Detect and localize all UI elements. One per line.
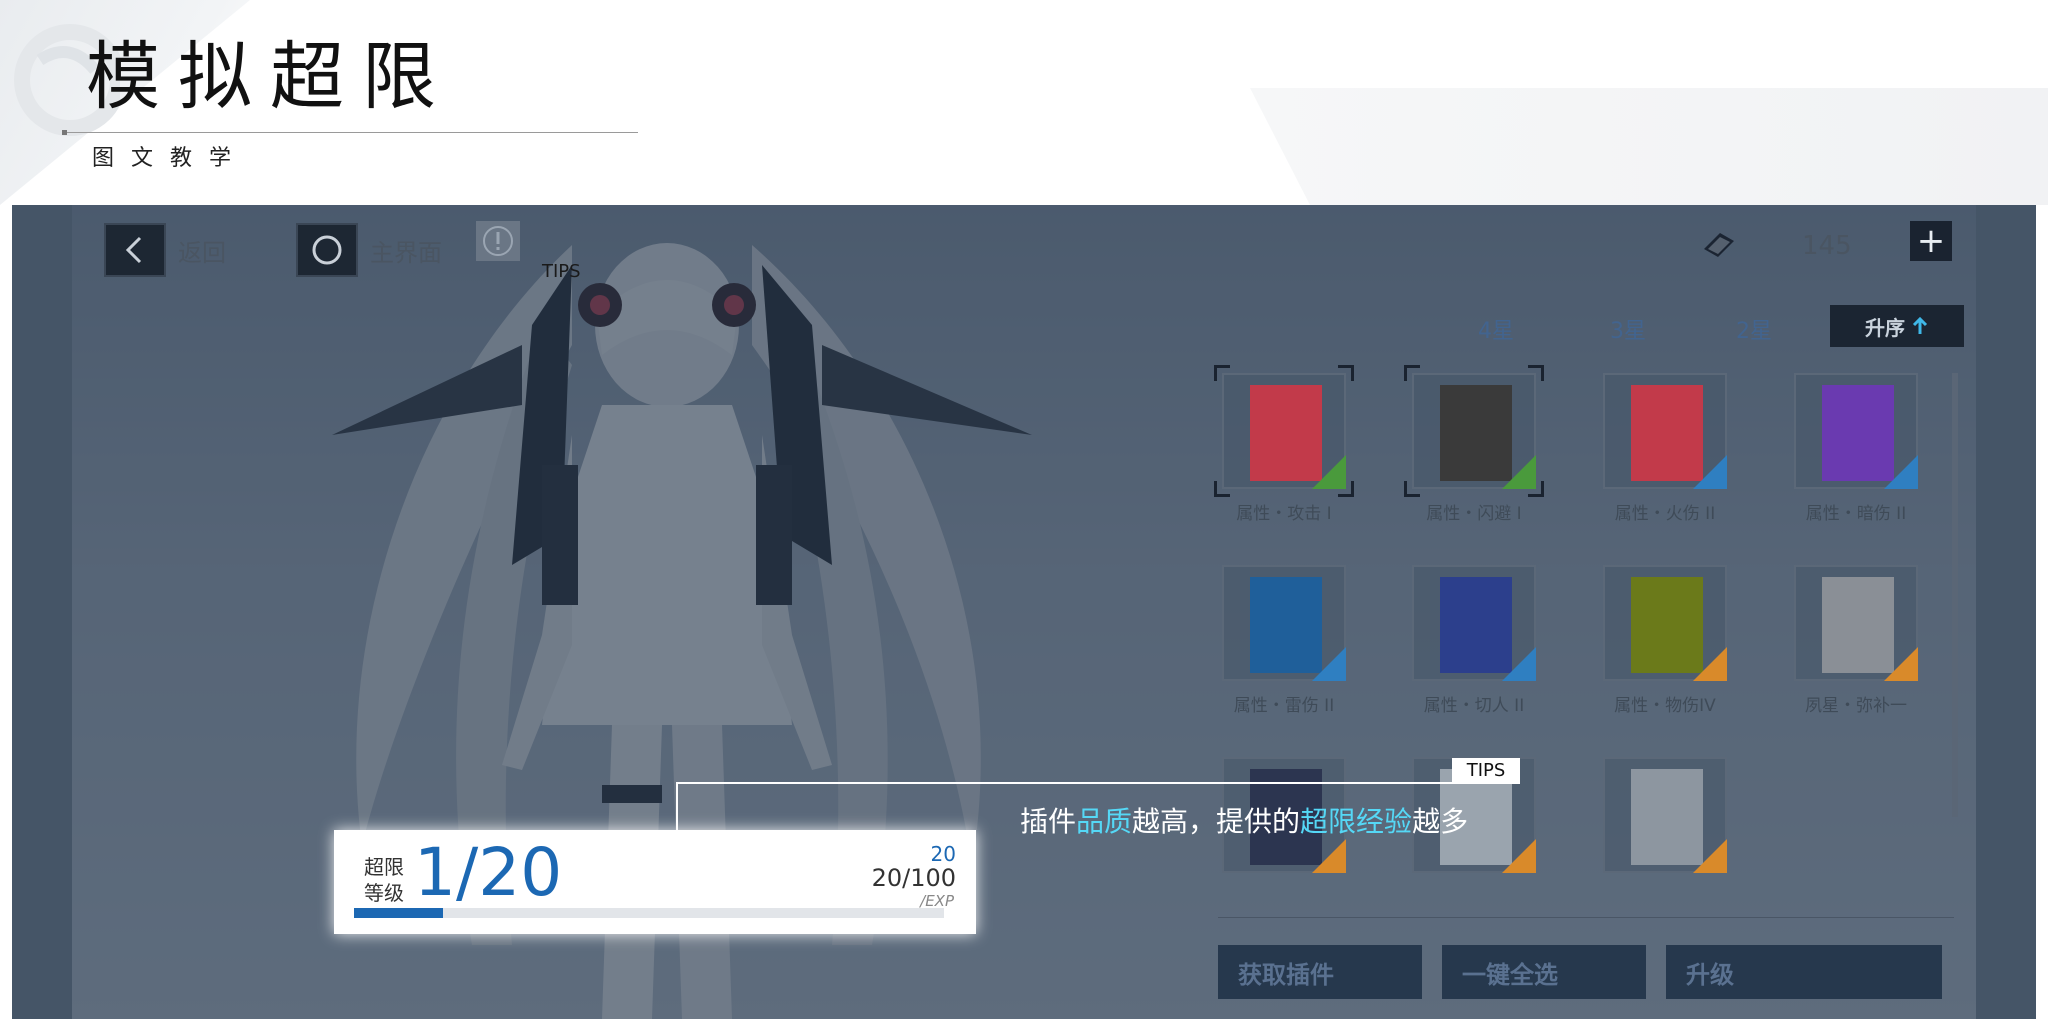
selection-corner <box>1338 365 1354 381</box>
plugin-label: 属性・闪避 I <box>1426 504 1522 524</box>
exp-value: 20/100 <box>871 864 956 892</box>
tips-highlight-exp: 超限经验 <box>1300 805 1413 838</box>
plugin-card[interactable] <box>1214 365 1354 497</box>
limit-level-label: 超限等级 <box>364 855 404 905</box>
plugin-icon <box>1250 577 1322 673</box>
tips-small-label: TIPS <box>542 261 581 282</box>
plugin-label: 夙星・弥补一 <box>1805 696 1907 716</box>
tips-callout-line-vertical <box>676 782 678 830</box>
plugin-icon <box>1631 769 1703 865</box>
header-decor-right <box>1250 88 2048 205</box>
plugin-card[interactable] <box>1603 373 1727 489</box>
plugin-icon <box>1440 385 1512 481</box>
plugin-label: 属性・切人 II <box>1423 696 1525 716</box>
plugin-icon <box>1822 385 1894 481</box>
get-plugin-button[interactable]: 获取插件 <box>1218 945 1422 999</box>
plugin-grid-scrollbar[interactable] <box>1952 373 1958 817</box>
home-button[interactable] <box>296 223 358 277</box>
upgrade-button[interactable]: 升级 <box>1666 945 1942 999</box>
selection-corner <box>1528 481 1544 497</box>
plugin-label: 属性・暗伤 II <box>1805 504 1907 524</box>
exp-progress-bar <box>354 908 944 918</box>
tips-text-part: 越高，提供的 <box>1132 805 1301 838</box>
plugin-card[interactable] <box>1794 373 1918 489</box>
add-currency-button[interactable]: + <box>1910 221 1952 261</box>
plugin-card[interactable] <box>1603 757 1727 873</box>
tips-tag: TIPS <box>1452 758 1520 782</box>
arrow-up-icon <box>1912 316 1928 334</box>
tips-text: 插件品质越高，提供的超限经验越多 <box>1020 800 1468 840</box>
plus-icon: + <box>1916 221 1946 261</box>
tips-text-part: 越多 <box>1412 805 1469 838</box>
plugin-icon <box>1440 577 1512 673</box>
game-screenshot: 返回 主界面 TIPS 145 + 4星 3星 2星 升序 属性・攻击 I 属性・… <box>12 205 2036 1019</box>
limit-level-max: 20 <box>930 842 956 866</box>
plugin-label: 属性・火伤 II <box>1614 504 1716 524</box>
select-all-button[interactable]: 一键全选 <box>1442 945 1646 999</box>
tutorial-page: 模拟超限 图文教学 返回 主界面 TIPS 145 + 4星 3星 2星 升序 … <box>0 0 2048 1024</box>
plugin-card[interactable] <box>1412 565 1536 681</box>
page-subtitle: 图文教学 <box>92 146 249 171</box>
selection-corner <box>1338 481 1354 497</box>
selection-corner <box>1404 481 1420 497</box>
grid-divider <box>1218 917 1954 918</box>
tips-highlight-quality: 品质 <box>1076 805 1133 838</box>
plugin-icon <box>1631 577 1703 673</box>
plugin-label: 属性・物伤IV <box>1614 696 1716 716</box>
filter-2star[interactable]: 2星 <box>1736 313 1772 345</box>
filter-3star[interactable]: 3星 <box>1610 313 1646 345</box>
plugin-icon <box>1822 577 1894 673</box>
selection-corner <box>1404 365 1420 381</box>
limit-level-value: 1/20 <box>414 834 563 911</box>
back-button[interactable] <box>104 223 166 277</box>
plugin-label: 属性・雷伤 II <box>1233 696 1335 716</box>
limit-level-panel: 超限等级 1/20 20 20/100 /EXP <box>334 830 976 934</box>
home-circle-icon <box>312 235 342 265</box>
tutorial-dim-overlay <box>12 205 2036 1019</box>
plugin-icon <box>1250 385 1322 481</box>
plugin-label: 属性・攻击 I <box>1236 504 1332 524</box>
currency-value: 145 <box>1802 231 1852 261</box>
tips-text-part: 插件 <box>1020 805 1077 838</box>
plugin-card[interactable] <box>1222 565 1346 681</box>
back-label: 返回 <box>178 239 226 267</box>
sort-label: 升序 <box>1865 315 1905 340</box>
selection-corner <box>1528 365 1544 381</box>
tips-callout-line <box>676 782 1520 784</box>
plugin-icon <box>1631 385 1703 481</box>
page-title: 模拟超限 <box>86 34 454 120</box>
title-divider <box>64 132 638 133</box>
home-label: 主界面 <box>370 239 442 267</box>
title-divider-dot <box>62 130 67 135</box>
exp-progress-fill <box>354 908 443 918</box>
selection-corner <box>1214 481 1230 497</box>
sort-button[interactable]: 升序 <box>1830 305 1964 347</box>
chevron-left-icon <box>125 236 142 264</box>
filter-4star[interactable]: 4星 <box>1478 313 1514 345</box>
exclamation-icon <box>483 226 513 256</box>
plugin-card[interactable] <box>1404 365 1544 497</box>
selection-corner <box>1214 365 1230 381</box>
info-button[interactable] <box>476 221 520 261</box>
plugin-card[interactable] <box>1603 565 1727 681</box>
plugin-card[interactable] <box>1794 565 1918 681</box>
ticket-icon <box>1704 233 1734 257</box>
